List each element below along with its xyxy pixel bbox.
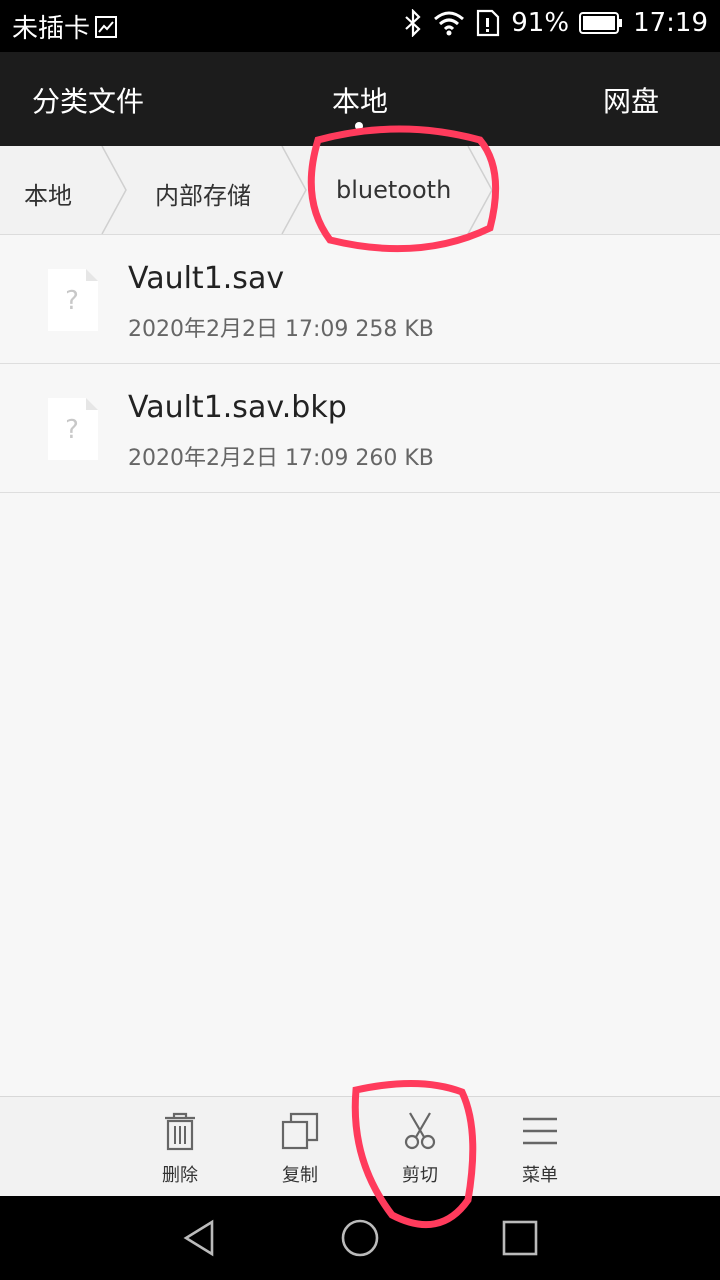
svg-text:?: ? — [65, 415, 79, 445]
scissors-icon — [404, 1112, 436, 1150]
tab-categories[interactable]: 分类文件 — [32, 80, 144, 120]
file-meta: 2020年2月2日 17:09 260 KB — [128, 446, 434, 471]
breadcrumb-separator — [281, 146, 307, 234]
breadcrumb: 本地 内部存储 bluetooth — [0, 146, 720, 235]
file-name: Vault1.sav.bkp — [128, 390, 347, 425]
file-meta: 2020年2月2日 17:09 258 KB — [128, 317, 434, 342]
file-name: Vault1.sav — [128, 261, 285, 296]
breadcrumb-local[interactable]: 本地 — [24, 176, 72, 211]
unknown-file-icon: ? — [48, 398, 98, 464]
menu-label: 菜单 — [522, 1165, 558, 1186]
wifi-icon — [433, 10, 465, 36]
recents-icon[interactable] — [500, 1218, 540, 1258]
bluetooth-icon — [403, 9, 423, 37]
copy-button[interactable]: 复制 — [260, 1111, 340, 1187]
breadcrumb-internal-storage[interactable]: 内部存储 — [155, 176, 251, 211]
sim-alert-icon — [475, 9, 501, 37]
breadcrumb-bluetooth[interactable]: bluetooth — [336, 176, 451, 204]
unknown-file-icon: ? — [48, 269, 98, 335]
file-list: ? Vault1.sav 2020年2月2日 17:09 258 KB ? Va… — [0, 235, 720, 493]
cut-label: 剪切 — [402, 1165, 438, 1186]
list-item[interactable]: ? Vault1.sav.bkp 2020年2月2日 17:09 260 KB — [0, 364, 720, 493]
back-icon[interactable] — [180, 1218, 220, 1258]
action-bar: 删除 复制 剪切 菜单 — [0, 1096, 720, 1197]
svg-text:?: ? — [65, 286, 79, 316]
no-sim-icon — [94, 15, 118, 39]
tab-local[interactable]: 本地 — [332, 80, 388, 120]
cut-button[interactable]: 剪切 — [380, 1111, 460, 1187]
menu-button[interactable]: 菜单 — [500, 1111, 580, 1187]
menu-icon — [523, 1117, 557, 1145]
status-bar: 未插卡 91% 17:19 — [0, 0, 720, 52]
battery-icon — [579, 11, 623, 35]
battery-percent: 91% — [511, 8, 570, 38]
carrier-text: 未插卡 — [12, 14, 91, 44]
breadcrumb-separator — [101, 146, 127, 234]
breadcrumb-separator — [467, 146, 493, 234]
list-item[interactable]: ? Vault1.sav 2020年2月2日 17:09 258 KB — [0, 235, 720, 364]
tab-active-indicator — [355, 122, 363, 130]
clock: 17:19 — [633, 8, 708, 38]
home-icon[interactable] — [340, 1218, 380, 1258]
copy-label: 复制 — [282, 1165, 318, 1186]
delete-button[interactable]: 删除 — [140, 1111, 220, 1187]
tab-cloud[interactable]: 网盘 — [603, 80, 659, 120]
navigation-bar — [0, 1196, 720, 1280]
tab-header: 分类文件 本地 网盘 — [0, 52, 720, 146]
delete-label: 删除 — [162, 1165, 198, 1186]
copy-icon — [281, 1112, 319, 1150]
trash-icon — [165, 1112, 195, 1151]
